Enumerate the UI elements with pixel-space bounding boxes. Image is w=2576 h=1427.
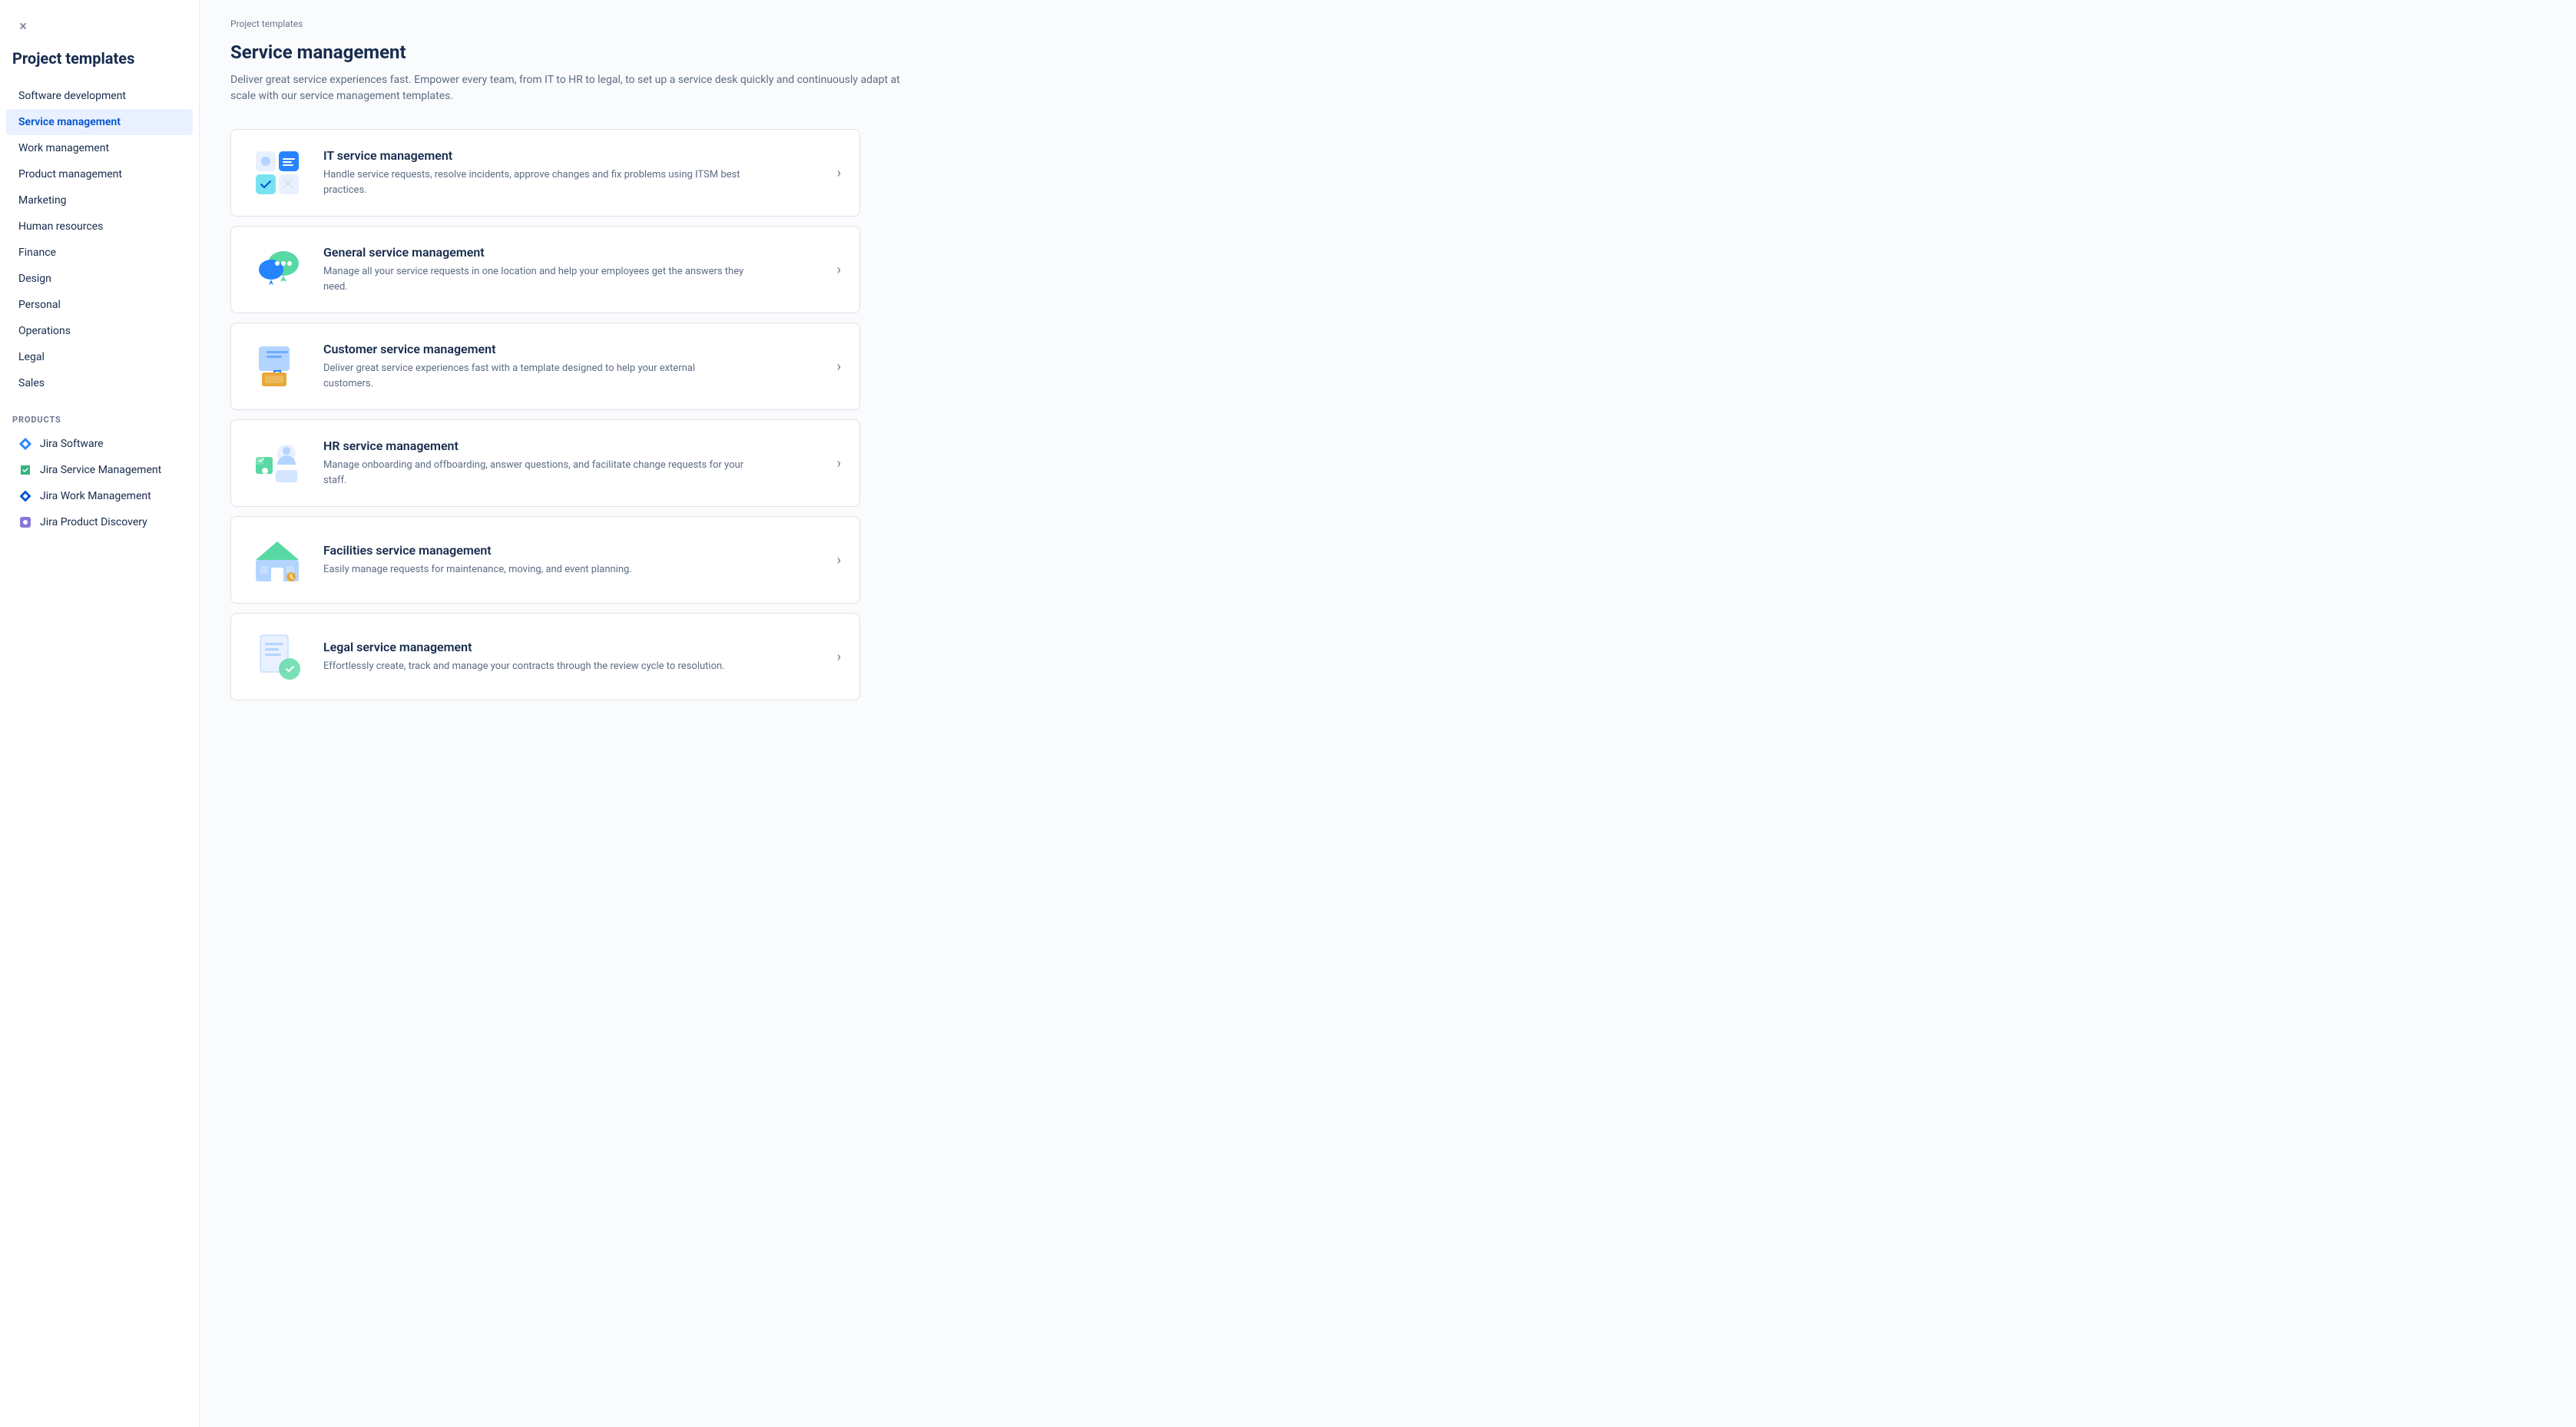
template-card-it-service-management[interactable]: IT service management Handle service requ…: [230, 129, 860, 217]
sidebar-item-product-management[interactable]: Product management: [6, 161, 193, 187]
sidebar-item-legal[interactable]: Legal: [6, 344, 193, 370]
template-info-general-service-management: General service management Manage all you…: [323, 245, 819, 294]
template-info-legal-service-management: Legal service management Effortlessly cre…: [323, 640, 819, 674]
template-list: IT service management Handle service requ…: [230, 129, 860, 700]
sidebar-products: Jira Software Jira Service Management Ji…: [0, 431, 199, 535]
product-label: Jira Work Management: [40, 490, 151, 502]
template-name: Legal service management: [323, 640, 819, 654]
sidebar-item-work-management[interactable]: Work management: [6, 135, 193, 161]
template-info-facilities-service-management: Facilities service management Easily mana…: [323, 543, 819, 578]
template-name: HR service management: [323, 439, 819, 453]
sidebar-item-finance[interactable]: Finance: [6, 240, 193, 266]
jira-discovery-icon: [18, 515, 32, 529]
sidebar-product-jira-service[interactable]: Jira Service Management: [6, 457, 193, 483]
template-description: Manage all your service requests in one …: [323, 264, 746, 294]
sidebar-item-design[interactable]: Design: [6, 266, 193, 292]
template-name: Facilities service management: [323, 543, 819, 558]
sidebar-product-jira-discovery[interactable]: Jira Product Discovery: [6, 509, 193, 535]
template-info-it-service-management: IT service management Handle service requ…: [323, 148, 819, 197]
jira-work-icon: [18, 489, 32, 503]
sidebar-item-operations[interactable]: Operations: [6, 318, 193, 344]
product-label: Jira Service Management: [40, 464, 161, 476]
template-arrow-icon: ›: [837, 455, 841, 472]
template-info-hr-service-management: HR service management Manage onboarding a…: [323, 439, 819, 488]
template-description: Easily manage requests for maintenance, …: [323, 562, 746, 578]
template-info-customer-service-management: Customer service management Deliver great…: [323, 342, 819, 391]
sidebar-item-marketing[interactable]: Marketing: [6, 187, 193, 214]
jira-service-icon: [18, 463, 32, 477]
sidebar-product-jira-software[interactable]: Jira Software: [6, 431, 193, 457]
product-label: Jira Product Discovery: [40, 516, 147, 528]
template-card-customer-service-management[interactable]: Customer service management Deliver great…: [230, 323, 860, 410]
template-card-facilities-service-management[interactable]: Facilities service management Easily mana…: [230, 516, 860, 604]
template-arrow-icon: ›: [837, 262, 841, 278]
template-description: Deliver great service experiences fast w…: [323, 361, 746, 391]
template-name: General service management: [323, 245, 819, 260]
template-card-hr-service-management[interactable]: HR service management Manage onboarding a…: [230, 419, 860, 507]
template-description: Effortlessly create, track and manage yo…: [323, 659, 746, 674]
it-service-icon: [250, 145, 305, 200]
sidebar-item-human-resources[interactable]: Human resources: [6, 214, 193, 240]
sidebar: × Project templates Software development…: [0, 0, 200, 1427]
legal-service-icon: [250, 629, 305, 684]
jira-software-icon: [18, 437, 32, 451]
template-arrow-icon: ›: [837, 649, 841, 665]
template-arrow-icon: ›: [837, 359, 841, 375]
sidebar-product-jira-work[interactable]: Jira Work Management: [6, 483, 193, 509]
hr-service-icon: [250, 435, 305, 491]
sidebar-item-software-development[interactable]: Software development: [6, 83, 193, 109]
product-label: Jira Software: [40, 438, 104, 450]
main-content: Project templates Service management Del…: [200, 0, 2576, 1427]
page-description: Deliver great service experiences fast. …: [230, 72, 922, 104]
facilities-service-icon: [250, 532, 305, 588]
template-card-legal-service-management[interactable]: Legal service management Effortlessly cre…: [230, 613, 860, 700]
template-name: Customer service management: [323, 342, 819, 356]
template-arrow-icon: ›: [837, 165, 841, 181]
sidebar-item-service-management[interactable]: Service management: [6, 109, 193, 135]
sidebar-item-sales[interactable]: Sales: [6, 370, 193, 396]
breadcrumb: Project templates: [230, 18, 2545, 29]
template-description: Manage onboarding and offboarding, answe…: [323, 458, 746, 488]
close-button[interactable]: ×: [12, 15, 34, 37]
template-arrow-icon: ›: [837, 552, 841, 568]
page-title: Service management: [230, 41, 2545, 63]
customer-service-icon: [250, 339, 305, 394]
template-name: IT service management: [323, 148, 819, 163]
general-service-icon: [250, 242, 305, 297]
template-card-general-service-management[interactable]: General service management Manage all you…: [230, 226, 860, 313]
template-description: Handle service requests, resolve inciden…: [323, 167, 746, 197]
sidebar-title: Project templates: [0, 49, 199, 83]
products-section-label: PRODUCTS: [0, 402, 199, 431]
sidebar-nav: Software developmentService managementWo…: [0, 83, 199, 396]
sidebar-item-personal[interactable]: Personal: [6, 292, 193, 318]
